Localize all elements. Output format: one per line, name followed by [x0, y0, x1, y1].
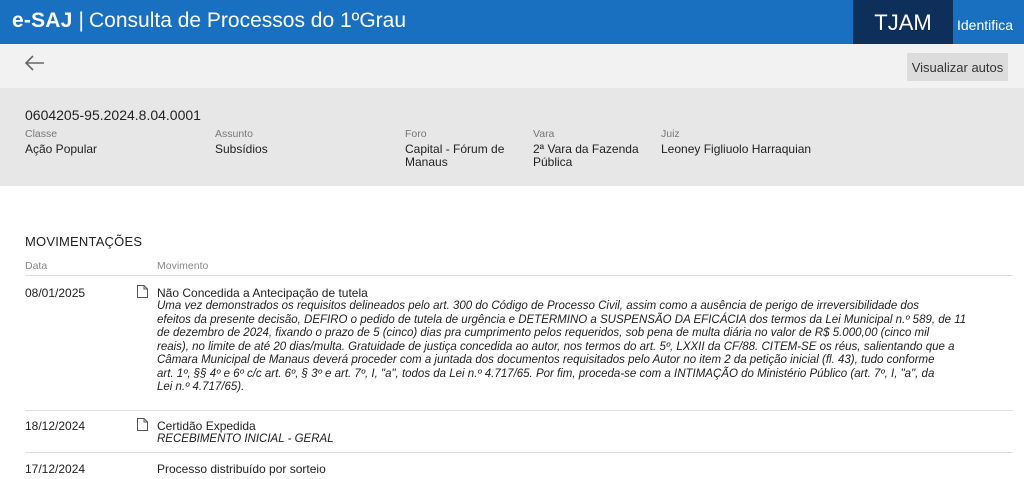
- field-value: Subsídios: [215, 142, 268, 156]
- field-value: Ação Popular: [25, 142, 98, 156]
- court-logo[interactable]: TJAM: [853, 0, 953, 44]
- field-label: Classe: [25, 128, 58, 140]
- case-info-panel: 0604205-95.2024.8.04.0001 Classe Ação Po…: [0, 88, 1024, 186]
- view-records-button[interactable]: Visualizar autos: [907, 53, 1008, 81]
- identify-link[interactable]: Identifica: [957, 0, 1013, 44]
- divider: [25, 275, 1013, 276]
- field-label: Juiz: [661, 128, 680, 140]
- field-label: Assunto: [215, 128, 253, 140]
- movements-title: MOVIMENTAÇÕES: [25, 234, 143, 249]
- field-value-line: Manaus: [405, 155, 448, 169]
- field-label: Foro: [405, 128, 427, 140]
- field-juiz: Juiz Leoney Figliuolo Harraquian: [661, 128, 811, 156]
- document-icon[interactable]: [137, 285, 148, 298]
- field-value-line: Pública: [533, 155, 573, 169]
- description-line: Lei n.º 4.717/65).: [157, 381, 245, 393]
- movement-date: 17/12/2024: [25, 462, 86, 476]
- brand-logo: e-SAJ: [12, 9, 73, 32]
- divider: [25, 410, 1013, 411]
- app-brand[interactable]: e-SAJ | Consulta de Processos do 1ºGrau: [12, 9, 406, 33]
- arrow-left-icon: [24, 55, 44, 71]
- back-button[interactable]: [22, 50, 48, 76]
- movement-title: Processo distribuído por sorteio: [157, 462, 326, 476]
- brand-separator: |: [78, 9, 84, 32]
- movement-date: 18/12/2024: [25, 419, 86, 433]
- divider: [25, 452, 1013, 453]
- movement-date: 08/01/2025: [25, 286, 86, 300]
- movement-title[interactable]: Certidão Expedida: [157, 419, 256, 433]
- description-line: efeitos da presente decisão, DEFIRO o pe…: [157, 313, 967, 326]
- field-value: 2ª Vara da Fazenda Pública: [533, 143, 639, 169]
- column-header-movement[interactable]: Movimento: [157, 260, 208, 272]
- field-foro: Foro Capital - Fórum de Manaus: [405, 128, 504, 169]
- document-icon[interactable]: [137, 418, 148, 431]
- description-line: Câmara Municipal de Manaus deverá proced…: [157, 354, 935, 366]
- movement-description: RECEBIMENTO INICIAL - GERAL: [157, 433, 334, 445]
- toolbar: Visualizar autos: [0, 44, 1024, 88]
- field-label: Vara: [533, 128, 555, 140]
- movement-title[interactable]: Não Concedida a Antecipação de tutela: [157, 286, 368, 300]
- field-value: Leoney Figliuolo Harraquian: [661, 142, 812, 156]
- field-vara: Vara 2ª Vara da Fazenda Pública: [533, 128, 639, 169]
- column-header-date[interactable]: Data: [25, 260, 47, 272]
- movement-description: Uma vez demonstrados os requisitos delin…: [157, 300, 966, 395]
- description-line: art. 1º, §§ 4º e 6º c/c art. 6º, § 3º e …: [157, 367, 935, 380]
- description-line: Uma vez demonstrados os requisitos delin…: [157, 300, 919, 312]
- process-number: 0604205-95.2024.8.04.0001: [25, 107, 201, 123]
- top-bar: e-SAJ | Consulta de Processos do 1ºGrau TJ…: [0, 0, 1024, 44]
- page-title: Consulta de Processos do 1ºGrau: [89, 9, 407, 32]
- field-classe: Classe Ação Popular: [25, 128, 97, 156]
- field-assunto: Assunto Subsídios: [215, 128, 268, 156]
- field-value: Capital - Fórum de Manaus: [405, 143, 504, 169]
- description-line: reais), no limite de até 20 dias/multa. …: [157, 340, 955, 353]
- description-line: de dezembro de 2024, fixando o prazo de …: [157, 327, 930, 339]
